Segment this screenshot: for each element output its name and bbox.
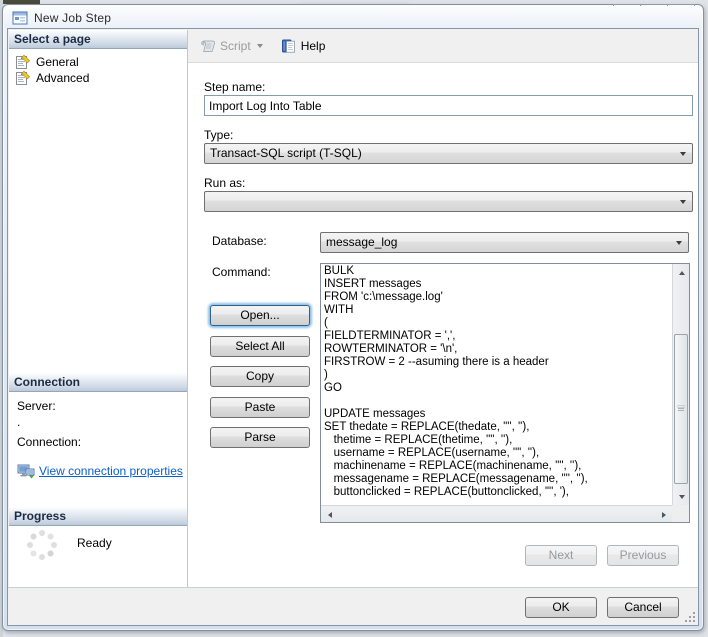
horizontal-scrollbar[interactable] (321, 505, 672, 522)
progress-status: Ready (77, 536, 112, 550)
parse-button[interactable]: Parse (210, 427, 310, 448)
title-bar[interactable]: New Job Step (4, 6, 702, 29)
help-book-icon (281, 38, 297, 54)
view-connection-properties-link[interactable]: View connection properties (17, 463, 183, 479)
arrow-up-icon (679, 271, 685, 275)
toolbar: Script Help (188, 30, 698, 63)
command-text[interactable]: BULK INSERT messages FROM 'c:\message.lo… (321, 264, 672, 505)
cancel-button[interactable]: Cancel (607, 597, 679, 618)
connection-header: Connection (9, 373, 187, 392)
scrollbar-corner (672, 505, 689, 522)
help-button[interactable]: Help (277, 34, 330, 58)
vertical-scrollbar[interactable] (672, 264, 689, 505)
type-label: Type: (204, 128, 233, 142)
open-button[interactable]: Open... (210, 305, 310, 326)
spinner-icon (25, 528, 59, 562)
script-label: Script (220, 39, 251, 53)
page-edit-icon (15, 70, 31, 86)
type-selected-value: Transact-SQL script (T-SQL) (210, 146, 362, 160)
arrow-down-icon (679, 495, 685, 499)
script-button[interactable]: Script (196, 34, 267, 58)
next-button[interactable]: Next (525, 545, 597, 566)
scroll-down-button[interactable] (673, 488, 690, 505)
arrow-right-icon (662, 512, 666, 518)
select-all-button[interactable]: Select All (210, 336, 310, 357)
chevron-down-icon (680, 152, 686, 156)
form-window-icon (12, 10, 28, 26)
server-label: Server: (17, 399, 56, 413)
ok-button[interactable]: OK (525, 597, 597, 618)
step-name-input[interactable] (204, 95, 693, 116)
resize-grip[interactable] (685, 612, 695, 622)
page-edit-icon (15, 54, 31, 70)
sidebar: Select a page General (9, 30, 188, 588)
link-label: View connection properties (39, 464, 183, 478)
dialog-client-area: Select a page General (7, 28, 699, 626)
scroll-up-button[interactable] (673, 264, 690, 281)
script-icon (200, 38, 216, 54)
copy-button[interactable]: Copy (210, 366, 310, 387)
command-textarea[interactable]: BULK INSERT messages FROM 'c:\message.lo… (320, 263, 690, 523)
database-selected-value: message_log (326, 235, 397, 249)
select-a-page-header: Select a page (9, 30, 187, 49)
chevron-down-icon (257, 44, 263, 48)
vertical-scrollbar-thumb[interactable] (674, 334, 688, 484)
window-title: New Job Step (34, 11, 111, 25)
progress-header: Progress (9, 507, 187, 526)
run-as-label: Run as: (204, 176, 245, 190)
connection-label: Connection: (17, 435, 81, 449)
scroll-left-button[interactable] (321, 506, 338, 523)
connection-properties-icon (17, 463, 33, 479)
sidebar-item-advanced[interactable]: Advanced (15, 70, 89, 86)
arrow-left-icon (328, 512, 332, 518)
sidebar-item-general[interactable]: General (15, 54, 79, 70)
dialog-footer: OK Cancel (8, 587, 698, 625)
chevron-down-icon (680, 200, 686, 204)
type-select[interactable]: Transact-SQL script (T-SQL) (204, 143, 693, 164)
run-as-select[interactable] (204, 191, 693, 212)
database-label: Database: (212, 234, 267, 248)
command-label: Command: (212, 265, 271, 279)
help-label: Help (301, 39, 326, 53)
sidebar-item-label: General (36, 55, 79, 69)
database-select[interactable]: message_log (320, 232, 689, 253)
step-name-label: Step name: (204, 80, 265, 94)
new-job-step-dialog: ✕ New Job Step Select a page (2, 4, 704, 631)
sidebar-item-label: Advanced (36, 71, 89, 85)
main-panel: Script Help Step name: (188, 30, 698, 588)
previous-button[interactable]: Previous (607, 545, 679, 566)
paste-button[interactable]: Paste (210, 397, 310, 418)
server-value: . (17, 415, 20, 429)
scroll-right-button[interactable] (655, 506, 672, 523)
chevron-down-icon (676, 241, 682, 245)
